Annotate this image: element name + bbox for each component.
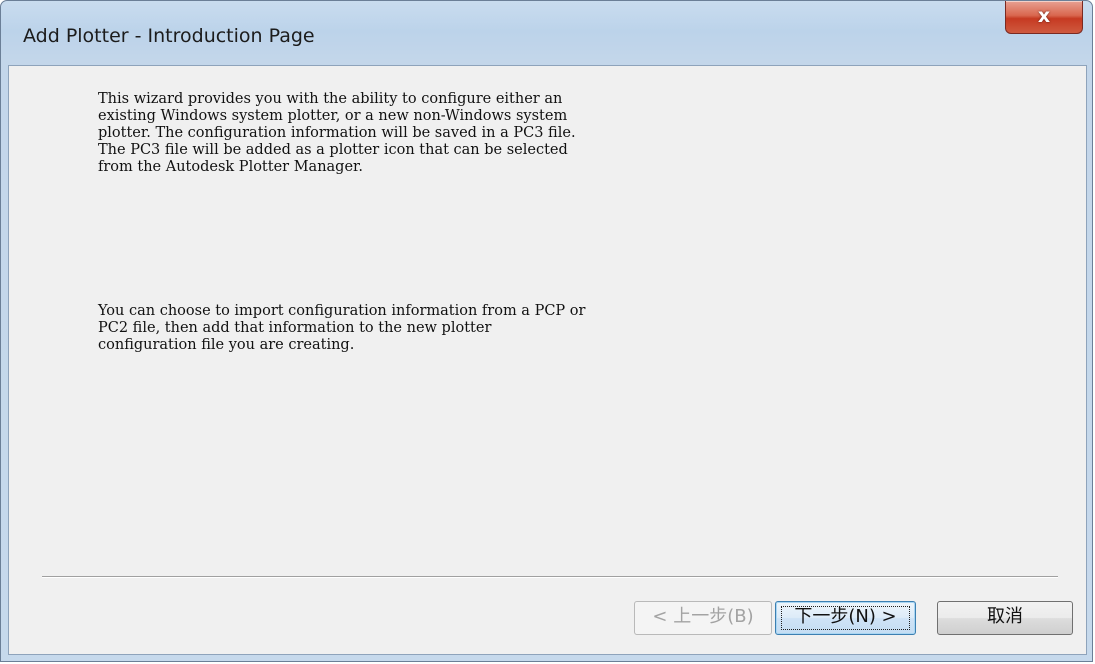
- import-paragraph: You can choose to import configuration i…: [98, 303, 586, 353]
- focus-rectangle: [781, 606, 910, 630]
- button-separator: [42, 576, 1058, 578]
- close-button[interactable]: x: [1005, 1, 1083, 34]
- cancel-button[interactable]: 取消: [937, 601, 1073, 635]
- wizard-client-area: This wizard provides you with the abilit…: [8, 65, 1087, 655]
- next-button[interactable]: 下一步(N) >: [775, 601, 916, 635]
- back-button[interactable]: < 上一步(B): [634, 601, 772, 635]
- close-icon: x: [1037, 5, 1051, 27]
- wizard-window: Add Plotter - Introduction Page x This w…: [0, 0, 1093, 662]
- intro-paragraph: This wizard provides you with the abilit…: [98, 91, 576, 175]
- window-title: Add Plotter - Introduction Page: [23, 25, 315, 47]
